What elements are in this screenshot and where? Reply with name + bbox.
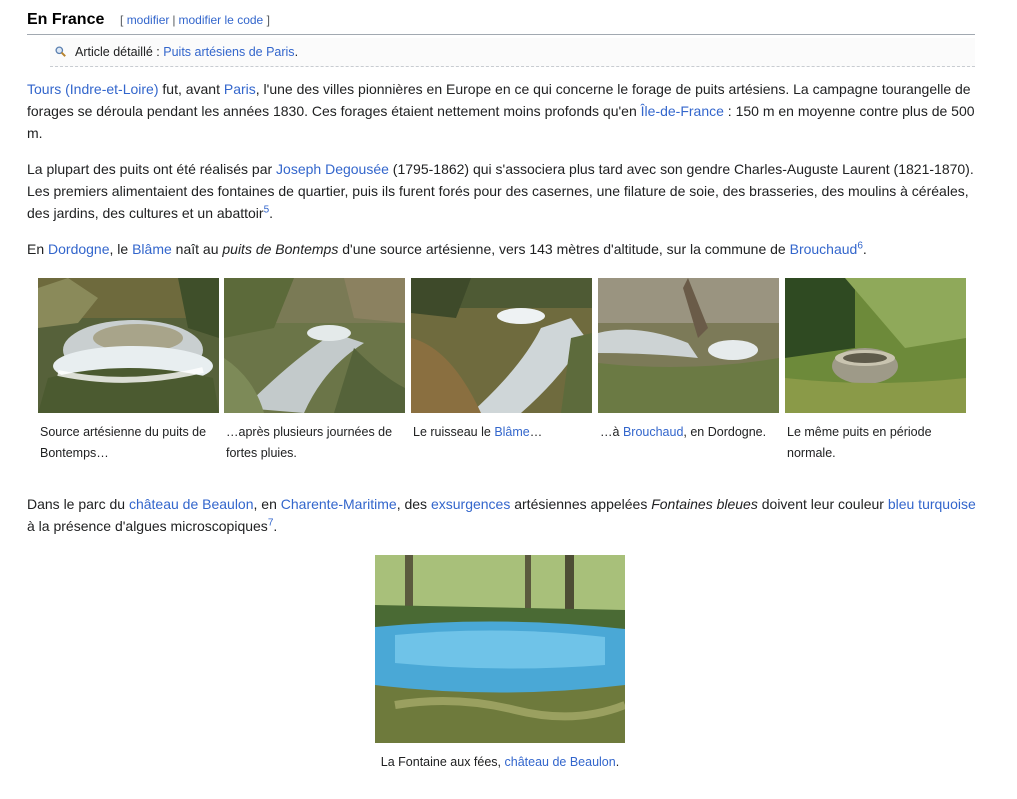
text: d'une source artésienne, vers 143 mètres… — [338, 241, 790, 257]
text: Le ruisseau le — [413, 425, 495, 439]
text: , en — [253, 496, 281, 512]
article-content: En France [ modifier | modifier le code ] … — [0, 0, 1017, 799]
edit-link[interactable]: modifier — [127, 13, 170, 27]
link-paris[interactable]: Paris — [224, 81, 256, 97]
section-heading: En France [ modifier | modifier le code ] — [27, 8, 975, 35]
text: . — [269, 205, 274, 221]
text: . — [862, 241, 867, 257]
paragraph-degousee: La plupart des puits ont été réalisés pa… — [27, 158, 977, 224]
link-dordogne[interactable]: Dordogne — [48, 241, 110, 257]
edit-source-link[interactable]: modifier le code — [179, 13, 264, 27]
text: naît au — [171, 241, 223, 257]
italic-text: puits de Bontemps — [222, 241, 339, 257]
hatnote-suffix: . — [294, 45, 299, 59]
text: . — [273, 518, 278, 534]
gallery-caption: Le même puits en période normale. — [787, 425, 932, 460]
paragraph-dordogne: En Dordogne, le Blâme naît au puits de B… — [27, 238, 977, 260]
text: à la présence d'algues microscopiques — [27, 518, 268, 534]
section-title: En France — [27, 11, 105, 28]
paragraph-beaulon: Dans le parc du château de Beaulon, en C… — [27, 493, 977, 537]
text: . — [615, 755, 620, 769]
text: Dans le parc du — [27, 496, 129, 512]
hatnote-detailed-article: Article détaillé : Puits artésiens de Pa… — [50, 38, 975, 67]
link-exsurgences[interactable]: exsurgences — [431, 496, 510, 512]
figure-caption: La Fontaine aux fées, château de Beaulon… — [375, 752, 625, 773]
text: La Fontaine aux fées, — [380, 755, 505, 769]
gallery-image[interactable] — [224, 278, 405, 413]
link-chateau-de-beaulon-caption[interactable]: château de Beaulon — [505, 755, 616, 769]
figure-image[interactable] — [375, 555, 625, 743]
gallery-caption: Source artésienne du puits de Bontemps… — [40, 425, 207, 460]
gallery-image[interactable] — [411, 278, 592, 413]
link-brouchaud-caption[interactable]: Brouchaud — [623, 425, 683, 439]
text: , le — [109, 241, 133, 257]
edit-section-links: [ modifier | modifier le code ] — [120, 13, 270, 27]
italic-text: Fontaines bleues — [651, 496, 758, 512]
hatnote-link[interactable]: Puits artésiens de Paris — [163, 45, 294, 59]
link-charente-maritime[interactable]: Charente-Maritime — [281, 496, 397, 512]
gallery-image[interactable] — [785, 278, 966, 413]
edit-separator: | — [172, 13, 176, 27]
paragraph-tours: Tours (Indre-et-Loire) fut, avant Paris,… — [27, 78, 977, 144]
text: , des — [396, 496, 431, 512]
link-chateau-de-beaulon[interactable]: château de Beaulon — [129, 496, 254, 512]
link-brouchaud[interactable]: Brouchaud — [790, 241, 858, 257]
link-ile-de-france[interactable]: Île-de-France — [641, 103, 724, 119]
text: La plupart des puits ont été réalisés pa… — [27, 161, 277, 177]
hatnote-prefix: Article détaillé : — [75, 45, 160, 59]
gallery-image[interactable] — [38, 278, 219, 413]
text: …à — [600, 425, 623, 439]
magnifier-icon — [55, 46, 66, 57]
text: … — [529, 425, 543, 439]
gallery-caption: Le ruisseau le Blâme… — [413, 422, 593, 443]
link-joseph-degousee[interactable]: Joseph Degousée — [276, 161, 389, 177]
text: En — [27, 241, 49, 257]
link-tours[interactable]: Tours (Indre-et-Loire) — [27, 81, 159, 97]
link-blame[interactable]: Blâme — [132, 241, 172, 257]
text: artésiennes appelées — [510, 496, 652, 512]
text: fut, avant — [158, 81, 224, 97]
gallery-image[interactable] — [598, 278, 779, 413]
edit-bracket-open: [ — [120, 13, 124, 27]
edit-bracket-close: ] — [266, 13, 270, 27]
gallery-caption: …à Brouchaud, en Dordogne. — [600, 422, 780, 443]
text: doivent leur couleur — [757, 496, 888, 512]
link-bleu-turquoise[interactable]: bleu turquoise — [888, 496, 976, 512]
hatnote-text: Article détaillé : Puits artésiens de Pa… — [75, 45, 298, 59]
link-blame-caption[interactable]: Blâme — [494, 425, 529, 439]
gallery-caption: …après plusieurs journées de fortes plui… — [226, 425, 393, 460]
text: , en Dordogne. — [683, 425, 767, 439]
